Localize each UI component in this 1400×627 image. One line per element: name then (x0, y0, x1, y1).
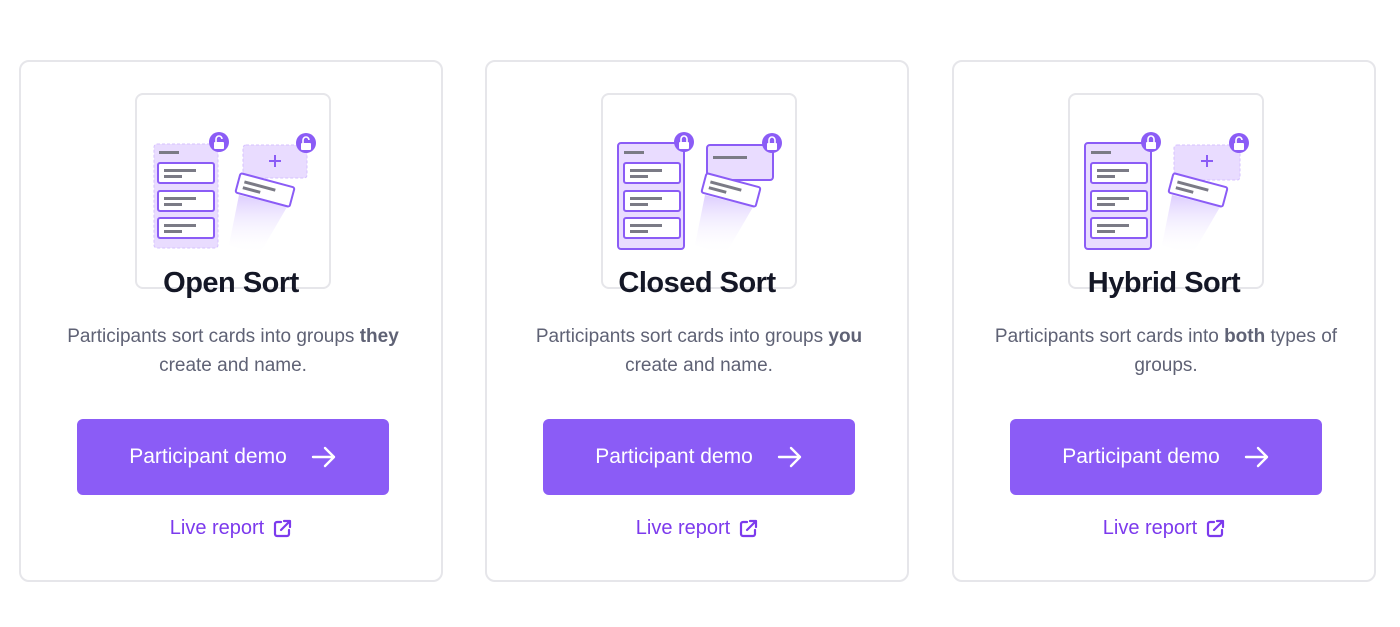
button-label: Participant demo (595, 445, 753, 468)
participant-demo-button[interactable]: Participant demo (77, 419, 389, 495)
card-title: Open Sort (163, 267, 299, 299)
description-text: Participants sort cards into groups (535, 326, 829, 347)
card-title: Closed Sort (618, 267, 776, 299)
live-report-link[interactable]: Live report (487, 517, 907, 540)
description-text: Participants sort cards into groups (67, 326, 360, 347)
arrow-right-icon (1244, 446, 1270, 468)
live-report-link[interactable]: Live report (21, 517, 441, 540)
card-description: Participants sort cards into groups they… (49, 322, 417, 380)
description-text: create and name. (159, 355, 307, 376)
description-emphasis: they (359, 326, 399, 347)
button-label: Participant demo (1062, 445, 1220, 468)
external-link-icon (273, 519, 292, 538)
open-sort-illustration (135, 93, 331, 289)
arrow-right-icon (311, 446, 337, 468)
card-description: Participants sort cards into groups you … (515, 322, 883, 380)
arrow-right-icon (777, 446, 803, 468)
link-label: Live report (1102, 517, 1198, 539)
external-link-icon (1206, 519, 1225, 538)
description-emphasis: both (1224, 326, 1266, 347)
participant-demo-button[interactable]: Participant demo (1010, 419, 1322, 495)
external-link-icon (739, 519, 758, 538)
card-title: Hybrid Sort (1087, 267, 1241, 299)
card-closed-sort: Closed Sort Participants sort cards into… (485, 60, 909, 582)
participant-demo-button[interactable]: Participant demo (543, 419, 855, 495)
card-description: Participants sort cards into both types … (982, 322, 1350, 380)
description-text: create and name. (625, 355, 773, 376)
button-label: Participant demo (129, 445, 287, 468)
card-hybrid-sort: Hybrid Sort Participants sort cards into… (952, 60, 1376, 582)
description-emphasis: you (828, 326, 863, 347)
card-open-sort: Open Sort Participants sort cards into g… (19, 60, 443, 582)
closed-sort-illustration (601, 93, 797, 289)
link-label: Live report (635, 517, 731, 539)
description-text: Participants sort cards into (994, 326, 1225, 347)
live-report-link[interactable]: Live report (954, 517, 1374, 540)
link-label: Live report (169, 517, 265, 539)
hybrid-sort-illustration (1068, 93, 1264, 289)
